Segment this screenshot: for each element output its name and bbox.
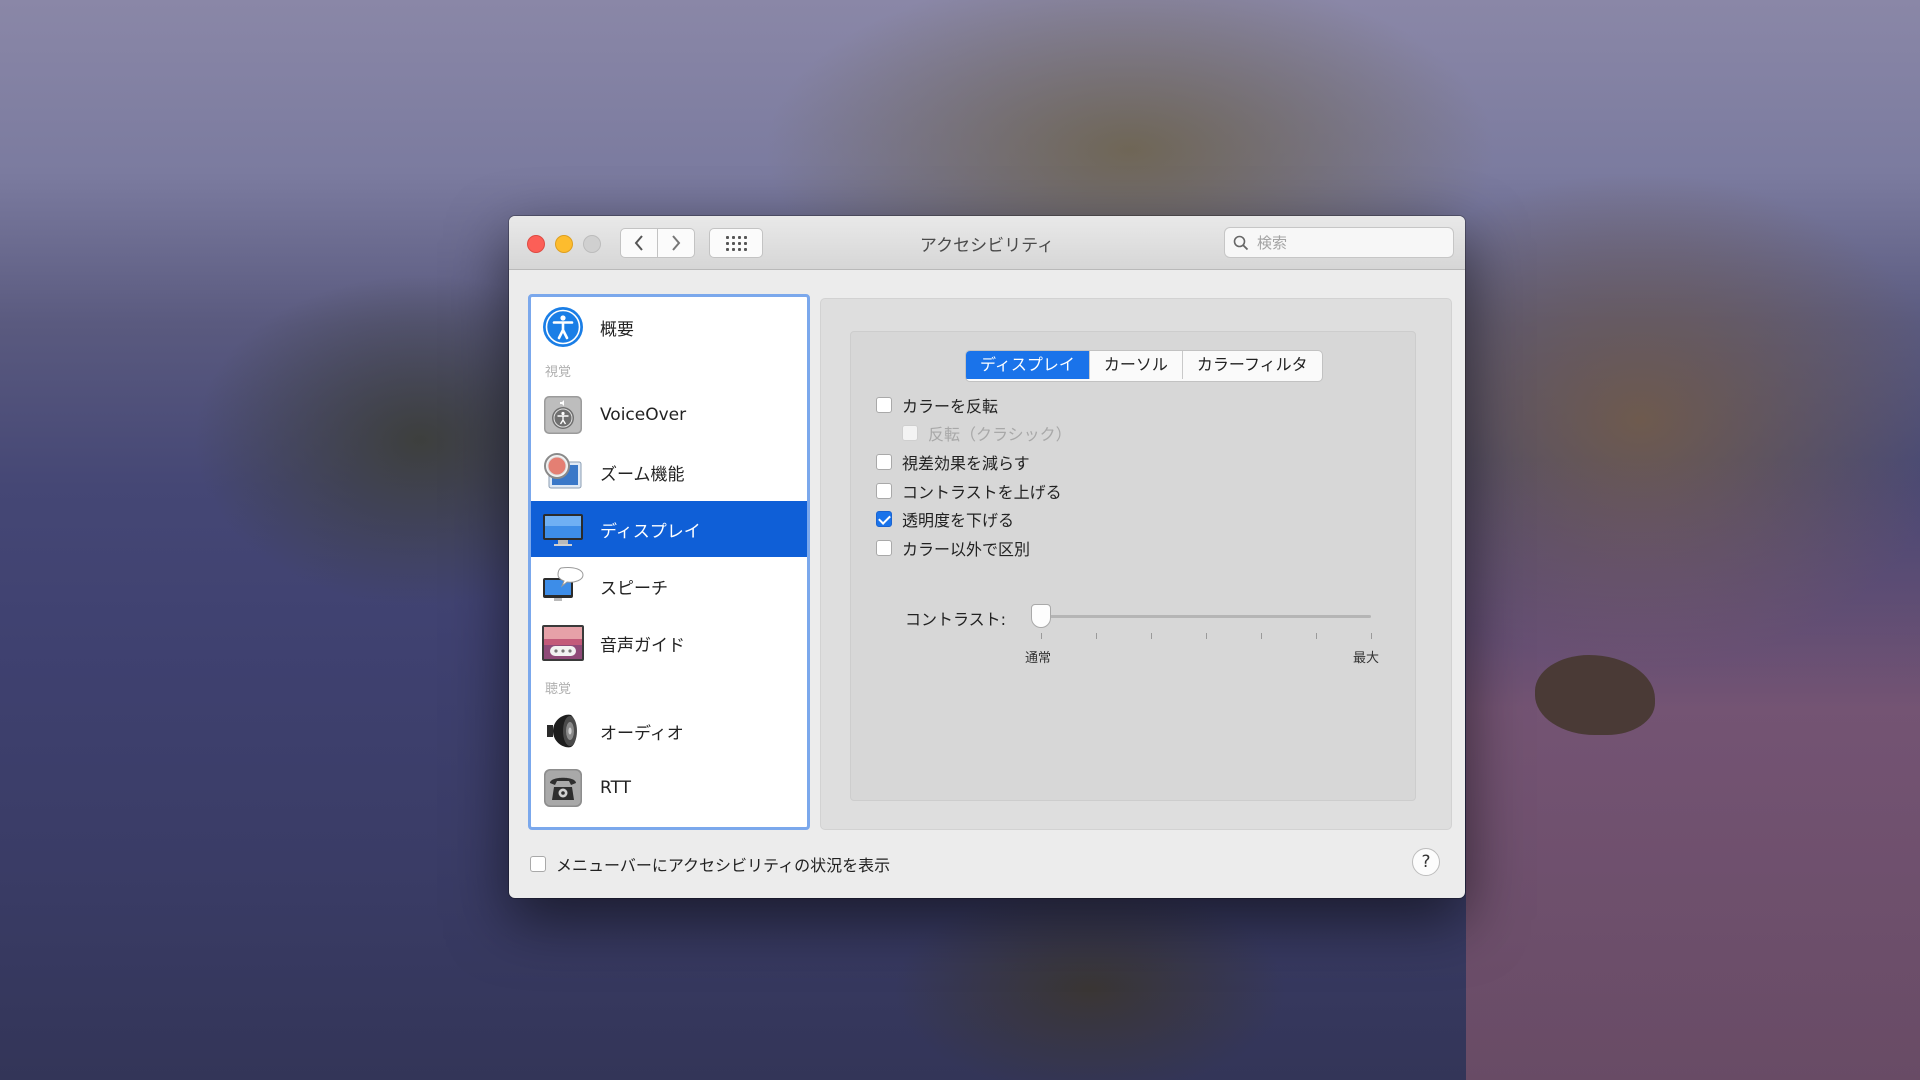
option-label: コントラストを上げる (902, 483, 1062, 502)
title-bar: アクセシビリティ (509, 216, 1465, 270)
search-input[interactable] (1255, 232, 1439, 253)
invert-colors-checkbox[interactable] (876, 397, 892, 413)
sidebar-item-label: オーディオ (600, 723, 684, 744)
tab-cursor[interactable]: カーソル (1090, 351, 1183, 379)
sidebar-item-label: ズーム機能 (600, 464, 685, 485)
option-label: カラー以外で区別 (902, 540, 1031, 559)
sidebar-item-label: 概要 (600, 319, 634, 340)
differentiate-without-color-option[interactable]: カラー以外で区別 (876, 536, 1030, 560)
contrast-slider[interactable] (1031, 604, 1371, 628)
sidebar-item-label: スピーチ (600, 578, 668, 599)
reduce-transparency-checkbox[interactable] (876, 511, 892, 527)
contrast-label: コントラスト: (905, 610, 1007, 629)
slider-max-label: 最大 (1353, 651, 1380, 666)
classic-invert-checkbox (902, 425, 918, 441)
slider-tick (1151, 633, 1152, 639)
sidebar-item-label: 音声ガイド (600, 635, 685, 656)
increase-contrast-option[interactable]: コントラストを上げる (876, 479, 1062, 503)
show-in-menubar-option[interactable]: メニューバーにアクセシビリティの状況を表示 (530, 852, 890, 876)
contrast-slider-knob[interactable] (1031, 604, 1051, 628)
zoom-icon (544, 453, 582, 489)
accessibility-icon (543, 307, 583, 347)
slider-tick (1041, 633, 1042, 639)
sidebar-item-general[interactable]: 概要 (531, 299, 807, 355)
sidebar-item-voiceover[interactable]: VoiceOver (531, 387, 807, 443)
search-field[interactable] (1224, 227, 1454, 258)
sidebar-item-speech[interactable]: スピーチ (531, 558, 807, 614)
reduce-motion-option[interactable]: 視差効果を減らす (876, 450, 1030, 474)
preferences-window: アクセシビリティ 概要 視覚 (509, 216, 1465, 898)
sidebar-item-rtt[interactable]: RTT (531, 760, 807, 816)
option-label: 反転（クラシック） (928, 425, 1072, 444)
category-sidebar: 概要 視覚 VoiceOver ズーム機能 ディスプレイ スピーチ 音声ガイド … (528, 294, 810, 830)
slider-tick (1206, 633, 1207, 639)
search-icon (1233, 235, 1249, 250)
show-in-menubar-checkbox[interactable] (530, 856, 546, 872)
sidebar-item-display[interactable]: ディスプレイ (531, 501, 807, 557)
slider-tick (1096, 633, 1097, 639)
option-label: 透明度を下げる (902, 511, 1015, 530)
tab-bar: ディスプレイ カーソル カラーフィルタ (965, 350, 1323, 382)
increase-contrast-checkbox[interactable] (876, 483, 892, 499)
speaker-icon (547, 714, 577, 748)
reduce-motion-checkbox[interactable] (876, 454, 892, 470)
section-header-hearing: 聴覚 (545, 682, 572, 697)
sidebar-item-label: VoiceOver (600, 405, 687, 425)
slider-tick (1261, 633, 1262, 639)
classic-invert-option: 反転（クラシック） (902, 421, 1072, 445)
section-header-vision: 視覚 (545, 365, 572, 380)
display-icon (543, 514, 583, 546)
voiceover-icon (544, 396, 582, 434)
tab-color-filters[interactable]: カラーフィルタ (1183, 351, 1322, 379)
sidebar-item-descriptions[interactable]: 音声ガイド (531, 615, 807, 671)
help-button[interactable]: ? (1412, 848, 1440, 876)
sidebar-item-label: ディスプレイ (600, 521, 701, 542)
slider-tick (1316, 633, 1317, 639)
sidebar-item-label: RTT (600, 778, 632, 798)
settings-panel: ディスプレイ カーソル カラーフィルタ カラーを反転 反転（クラシック） 視差効… (820, 298, 1452, 830)
telephone-icon (544, 769, 582, 807)
descriptions-icon (542, 625, 584, 661)
sidebar-item-zoom[interactable]: ズーム機能 (531, 444, 807, 500)
option-label: カラーを反転 (902, 397, 999, 416)
differentiate-without-color-checkbox[interactable] (876, 540, 892, 556)
option-label: 視差効果を減らす (902, 454, 1030, 473)
tab-content: ディスプレイ カーソル カラーフィルタ カラーを反転 反転（クラシック） 視差効… (850, 331, 1416, 801)
show-in-menubar-label: メニューバーにアクセシビリティの状況を表示 (556, 856, 891, 875)
wallpaper-water (1466, 460, 1920, 1080)
slider-min-label: 通常 (1025, 651, 1052, 666)
sidebar-item-audio[interactable]: オーディオ (531, 703, 807, 759)
reduce-transparency-option[interactable]: 透明度を下げる (876, 507, 1014, 531)
slider-tick (1371, 633, 1372, 639)
tab-display[interactable]: ディスプレイ (966, 351, 1090, 379)
invert-colors-option[interactable]: カラーを反転 (876, 393, 998, 417)
speech-icon (543, 567, 584, 601)
